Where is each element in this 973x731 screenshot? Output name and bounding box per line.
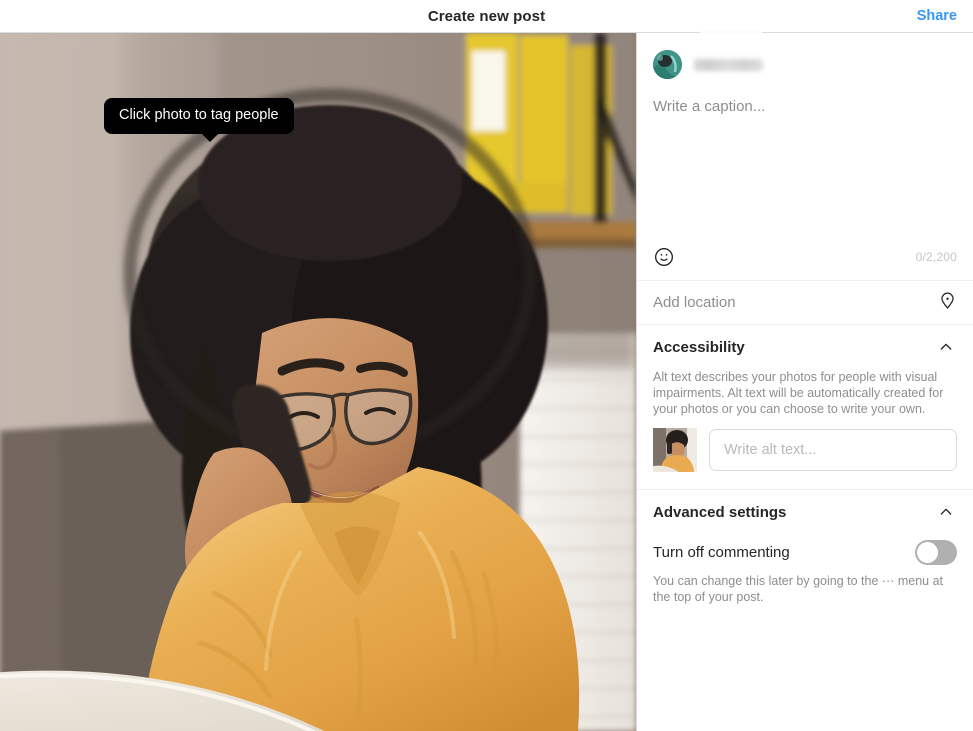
photo-canvas[interactable]: Click photo to tag people xyxy=(0,33,636,731)
advanced-settings-section: Advanced settings Turn off commenting Yo… xyxy=(637,490,973,615)
account-row[interactable] xyxy=(637,33,973,84)
create-post-dialog: Create new post Share Click photo to tag… xyxy=(0,0,973,731)
emoji-icon[interactable] xyxy=(653,246,675,268)
username-redacted xyxy=(694,58,763,71)
post-details-panel: Write a caption... 0/2,200 Add location xyxy=(637,33,973,731)
post-photo xyxy=(0,33,636,731)
page-title: Create new post xyxy=(427,7,546,25)
advanced-settings-header[interactable]: Advanced settings xyxy=(653,490,957,534)
toggle-knob xyxy=(917,542,938,563)
location-pin-icon xyxy=(938,291,957,315)
alt-text-input[interactable] xyxy=(709,429,957,471)
turn-off-commenting-label: Turn off commenting xyxy=(653,544,790,561)
accessibility-section: Accessibility Alt text describes your ph… xyxy=(637,325,973,489)
accessibility-description: Alt text describes your photos for peopl… xyxy=(653,370,944,416)
share-button[interactable]: Share xyxy=(917,8,957,24)
avatar[interactable] xyxy=(653,50,682,79)
caption-input[interactable]: Write a caption... xyxy=(653,98,957,116)
chevron-up-icon[interactable] xyxy=(935,336,957,358)
character-counter: 0/2,200 xyxy=(915,250,957,264)
location-input[interactable]: Add location xyxy=(653,294,736,311)
accessibility-header[interactable]: Accessibility xyxy=(653,325,957,369)
caption-footer: 0/2,200 xyxy=(637,244,973,280)
add-location-row[interactable]: Add location xyxy=(637,281,973,324)
accessibility-title: Accessibility xyxy=(653,338,745,356)
chevron-up-icon[interactable] xyxy=(935,501,957,523)
dialog-header: Create new post Share xyxy=(0,0,973,32)
caption-area[interactable]: Write a caption... xyxy=(637,84,973,244)
turn-off-commenting-toggle[interactable] xyxy=(915,540,957,565)
photo-thumbnail xyxy=(653,428,697,472)
alt-text-row xyxy=(653,428,957,489)
commenting-description: You can change this later by going to th… xyxy=(653,574,944,604)
advanced-settings-title: Advanced settings xyxy=(653,503,787,521)
turn-off-commenting-row: Turn off commenting xyxy=(653,534,957,573)
